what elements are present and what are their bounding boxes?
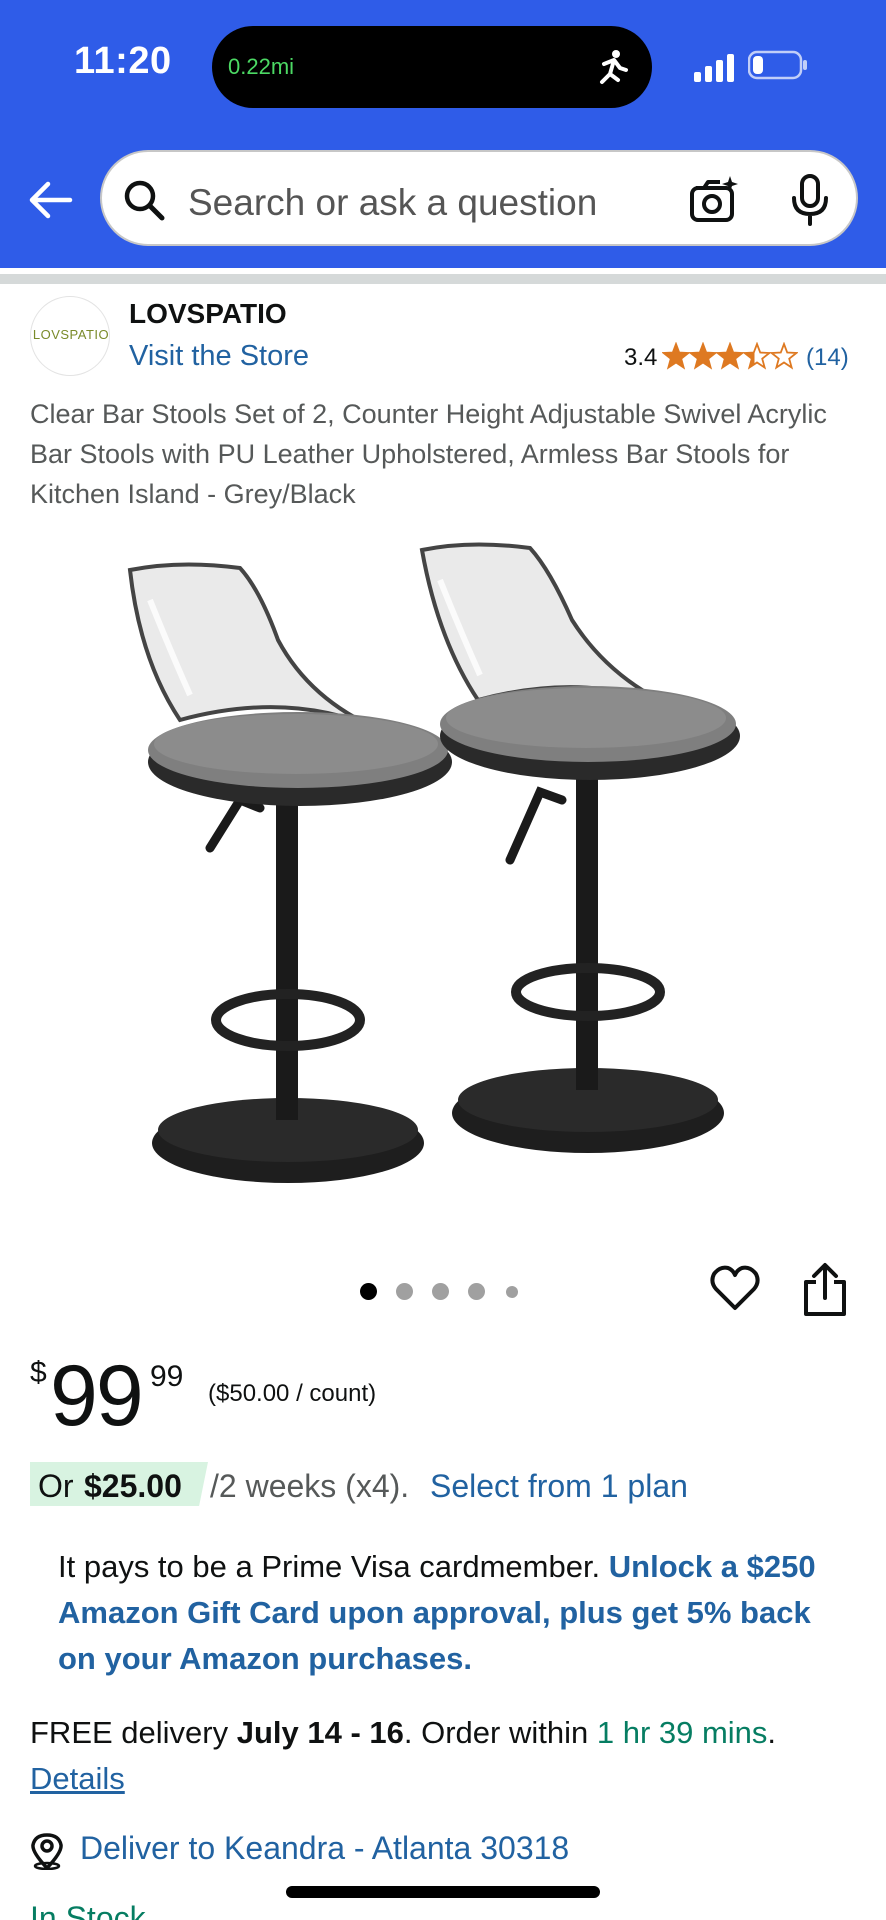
right-stool [419, 542, 740, 1153]
select-plan-link[interactable]: Select from 1 plan [430, 1468, 688, 1505]
rating-value: 3.4 [624, 344, 658, 371]
price-fraction: 99 [150, 1360, 184, 1393]
price-whole: 99 [50, 1348, 144, 1444]
delivery-info: FREE delivery July 14 - 16. Order within… [30, 1710, 870, 1802]
unit-price: ($50.00 / count) [208, 1380, 377, 1407]
store-logo-text: LOVSPATIO [32, 327, 110, 342]
camera-icon[interactable] [688, 174, 740, 226]
product-image-bar-stools[interactable] [110, 530, 780, 1190]
back-arrow-icon[interactable] [26, 176, 74, 224]
image-pagination[interactable] [360, 1280, 530, 1302]
delivery-details-link[interactable]: Details [30, 1761, 125, 1796]
battery-icon [748, 50, 807, 80]
delivery-countdown: 1 hr 39 mins [596, 1715, 768, 1750]
dynamic-island[interactable]: 0.22mi [212, 26, 652, 108]
left-stool [127, 562, 452, 1183]
star-rating[interactable] [662, 342, 798, 372]
app-header: 11:20 0.22mi Search or ask a question [0, 0, 886, 268]
share-icon[interactable] [800, 1262, 850, 1318]
pagination-dot[interactable] [506, 1286, 518, 1298]
pagination-dot[interactable] [396, 1283, 413, 1300]
deliver-to-location-link[interactable]: Deliver to Keandra - Atlanta 30318 [80, 1830, 569, 1867]
store-name: LOVSPATIO [129, 298, 287, 329]
review-count-link[interactable]: (14) [806, 344, 849, 372]
prime-offer-text: It pays to be a Prime Visa cardmember. [58, 1549, 609, 1584]
product-title: Clear Bar Stools Set of 2, Counter Heigh… [30, 399, 827, 509]
star-icon [715, 342, 745, 370]
star-icon [769, 342, 798, 370]
search-bar[interactable]: Search or ask a question [100, 150, 858, 246]
location-pin-icon [31, 1833, 63, 1870]
pagination-dot[interactable] [468, 1283, 485, 1300]
home-indicator[interactable] [286, 1886, 600, 1898]
delivery-dates: July 14 - 16 [236, 1715, 404, 1750]
visit-store-link[interactable]: Visit the Store [129, 340, 309, 373]
delivery-middle: . Order within [403, 1715, 597, 1750]
prime-visa-offer: It pays to be a Prime Visa cardmember. U… [58, 1544, 848, 1682]
header-divider [0, 274, 886, 284]
installment-amount: $25.00 [84, 1468, 182, 1504]
stock-status: In Stock [30, 1900, 146, 1920]
status-time: 11:20 [74, 40, 172, 82]
pagination-dot[interactable] [360, 1283, 377, 1300]
delivery-prefix: FREE delivery [30, 1715, 237, 1750]
installment-prefix: Or [38, 1468, 74, 1504]
microphone-icon[interactable] [788, 174, 832, 228]
star-icon [742, 342, 772, 370]
price-currency: $ [30, 1356, 47, 1389]
cellular-signal-icon [694, 54, 734, 82]
delivery-suffix: . [767, 1715, 777, 1750]
store-logo[interactable]: LOVSPATIO [30, 296, 110, 376]
star-icon [662, 342, 691, 370]
heart-icon[interactable] [708, 1262, 762, 1316]
installment-terms: /2 weeks (x4). [210, 1468, 410, 1504]
activity-distance: 0.22mi [228, 54, 295, 79]
star-icon [688, 342, 718, 370]
runner-icon [600, 50, 628, 84]
search-icon [124, 180, 165, 221]
pagination-dot[interactable] [432, 1283, 449, 1300]
search-input[interactable]: Search or ask a question [188, 182, 597, 224]
